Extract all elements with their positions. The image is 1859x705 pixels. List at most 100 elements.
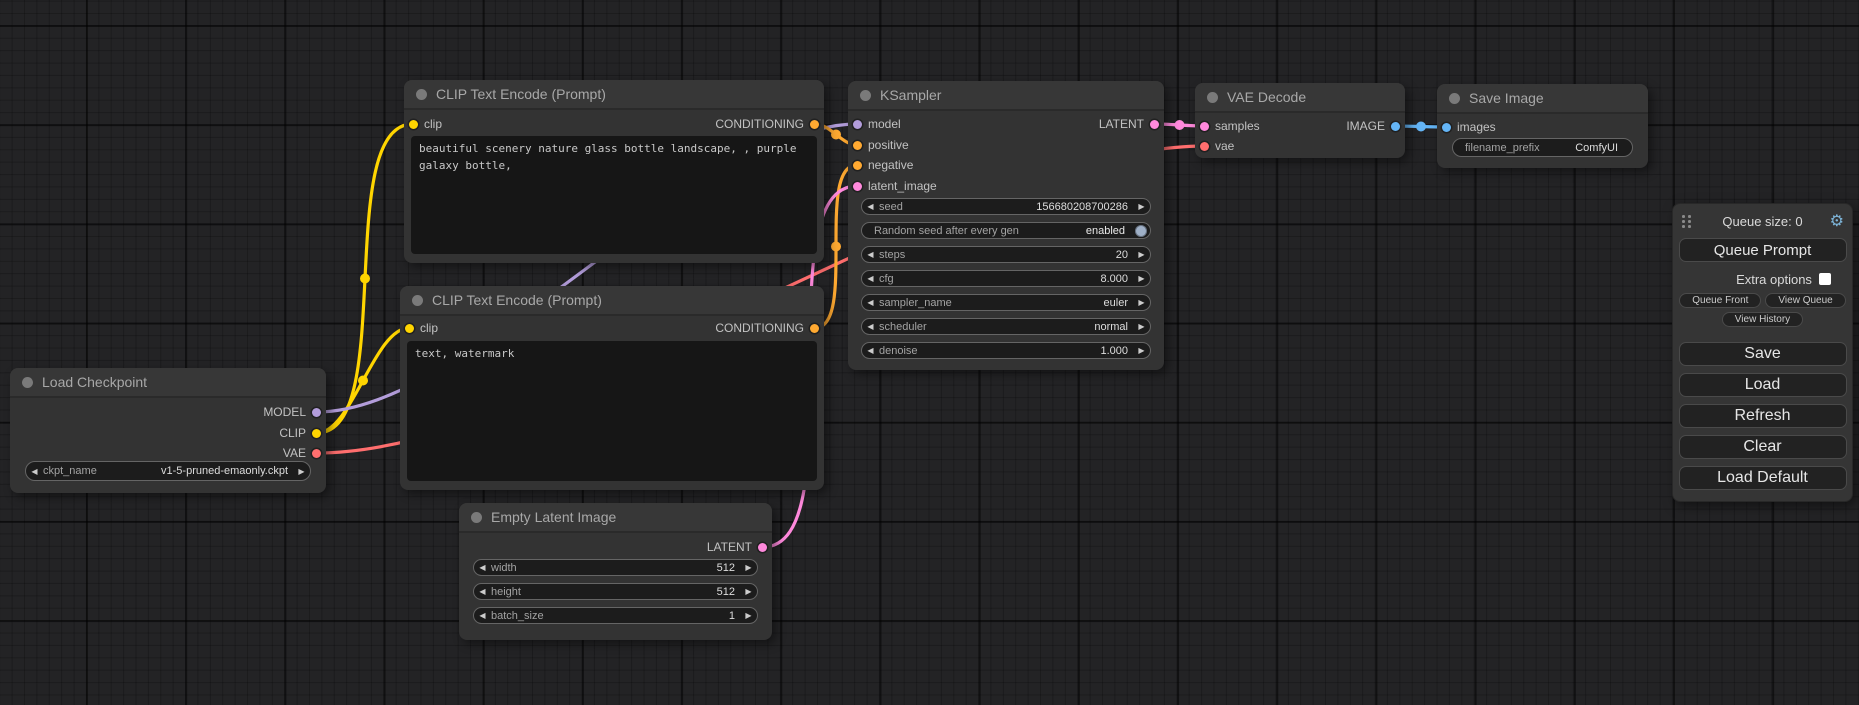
node-title-bar[interactable]: VAE Decode	[1195, 83, 1405, 113]
IMAGE-output-port[interactable]	[1391, 122, 1400, 131]
CONDITIONING-output-port[interactable]	[810, 324, 819, 333]
queue-front-button[interactable]: Queue Front	[1679, 293, 1761, 308]
VAE-output-port[interactable]	[312, 449, 321, 458]
link-midpoint-dot[interactable]	[360, 274, 370, 284]
widget-value: 20	[1116, 249, 1133, 261]
widget-label: sampler_name	[879, 297, 952, 309]
increment-arrow-icon[interactable]: ▶	[1133, 298, 1150, 307]
widget-width[interactable]: ◀width512▶	[473, 559, 758, 576]
clear-button[interactable]: Clear	[1679, 435, 1847, 459]
clip-input-port[interactable]	[409, 120, 418, 129]
samples-input-port[interactable]	[1200, 122, 1209, 131]
node-title-bar[interactable]: CLIP Text Encode (Prompt)	[404, 80, 824, 110]
node-save-image[interactable]: Save Imageimagesfilename_prefixComfyUI	[1437, 84, 1648, 168]
decrement-arrow-icon[interactable]: ◀	[862, 298, 879, 307]
node-clip-text-encode-positive[interactable]: CLIP Text Encode (Prompt)clipCONDITIONIN…	[404, 80, 824, 263]
widget-random-seed-after-every-gen[interactable]: Random seed after every gen enabled	[861, 222, 1151, 239]
view-queue-button[interactable]: View Queue	[1765, 293, 1845, 308]
link-midpoint-dot[interactable]	[1175, 120, 1185, 130]
widget-value: 512	[717, 586, 740, 598]
load-default-button[interactable]: Load Default	[1679, 466, 1847, 490]
increment-arrow-icon[interactable]: ▶	[1133, 202, 1150, 211]
node-clip-text-encode-negative[interactable]: CLIP Text Encode (Prompt)clipCONDITIONIN…	[400, 286, 824, 490]
collapse-dot-icon[interactable]	[416, 89, 427, 100]
increment-arrow-icon[interactable]: ▶	[1133, 322, 1150, 331]
collapse-dot-icon[interactable]	[1449, 93, 1460, 104]
node-vae-decode[interactable]: VAE DecodesamplesvaeIMAGE	[1195, 83, 1405, 158]
refresh-button[interactable]: Refresh	[1679, 404, 1847, 428]
node-title-bar[interactable]: KSampler	[848, 81, 1164, 111]
extra-options-checkbox[interactable]	[1819, 273, 1831, 285]
decrement-arrow-icon[interactable]: ◀	[862, 202, 879, 211]
increment-arrow-icon[interactable]: ▶	[740, 563, 757, 572]
collapse-dot-icon[interactable]	[860, 90, 871, 101]
prompt-textarea[interactable]: beautiful scenery nature glass bottle la…	[411, 136, 817, 254]
CONDITIONING-output-port[interactable]	[810, 120, 819, 129]
node-title-bar[interactable]: Save Image	[1437, 84, 1648, 114]
widget-seed[interactable]: ◀seed156680208700286▶	[861, 198, 1151, 215]
widget-filename-prefix[interactable]: filename_prefixComfyUI	[1452, 138, 1633, 157]
widget-height[interactable]: ◀height512▶	[473, 583, 758, 600]
increment-arrow-icon[interactable]: ▶	[1133, 250, 1150, 259]
decrement-arrow-icon[interactable]: ◀	[474, 563, 491, 572]
decrement-arrow-icon[interactable]: ◀	[26, 467, 43, 476]
widget-cfg[interactable]: ◀cfg8.000▶	[861, 270, 1151, 287]
increment-arrow-icon[interactable]: ▶	[740, 611, 757, 620]
negative-input-port[interactable]	[853, 161, 862, 170]
widget-scheduler[interactable]: ◀schedulernormal▶	[861, 318, 1151, 335]
widget-sampler-name[interactable]: ◀sampler_nameeuler▶	[861, 294, 1151, 311]
widget-batch-size[interactable]: ◀batch_size1▶	[473, 607, 758, 624]
increment-arrow-icon[interactable]: ▶	[740, 587, 757, 596]
queue-prompt-button[interactable]: Queue Prompt	[1679, 238, 1847, 262]
collapse-dot-icon[interactable]	[1207, 92, 1218, 103]
LATENT-output-port[interactable]	[758, 543, 767, 552]
link-midpoint-dot[interactable]	[831, 242, 841, 252]
view-history-button[interactable]: View History	[1722, 312, 1803, 327]
widget-label: scheduler	[879, 321, 927, 333]
widget-ckpt-name[interactable]: ◀ckpt_namev1-5-pruned-emaonly.ckpt▶	[25, 461, 311, 481]
positive-input-port[interactable]	[853, 141, 862, 150]
prompt-textarea[interactable]: text, watermark	[407, 341, 817, 481]
MODEL-output-port[interactable]	[312, 408, 321, 417]
save-button[interactable]: Save	[1679, 342, 1847, 366]
node-title-bar[interactable]: Load Checkpoint	[10, 368, 326, 398]
increment-arrow-icon[interactable]: ▶	[293, 467, 310, 476]
decrement-arrow-icon[interactable]: ◀	[862, 250, 879, 259]
settings-gear-icon[interactable]: ⚙	[1830, 212, 1844, 232]
collapse-dot-icon[interactable]	[412, 295, 423, 306]
node-load-checkpoint[interactable]: Load CheckpointMODELCLIPVAE◀ckpt_namev1-…	[10, 368, 326, 493]
toggle-enabled-icon[interactable]	[1135, 225, 1147, 237]
decrement-arrow-icon[interactable]: ◀	[862, 322, 879, 331]
node-ksampler[interactable]: KSamplermodelpositivenegativelatent_imag…	[848, 81, 1164, 370]
collapse-dot-icon[interactable]	[471, 512, 482, 523]
node-title-bar[interactable]: CLIP Text Encode (Prompt)	[400, 286, 824, 316]
link-midpoint-dot[interactable]	[1416, 122, 1426, 132]
increment-arrow-icon[interactable]: ▶	[1133, 346, 1150, 355]
decrement-arrow-icon[interactable]: ◀	[474, 611, 491, 620]
load-button[interactable]: Load	[1679, 373, 1847, 397]
node-graph-canvas[interactable]: Load CheckpointMODELCLIPVAE◀ckpt_namev1-…	[0, 0, 1859, 705]
clip-input-port[interactable]	[405, 324, 414, 333]
latent_image-input-port[interactable]	[853, 182, 862, 191]
drag-handle-icon[interactable]	[1682, 215, 1691, 228]
link-midpoint-dot[interactable]	[831, 130, 841, 140]
decrement-arrow-icon[interactable]: ◀	[862, 274, 879, 283]
CLIP-output-port[interactable]	[312, 429, 321, 438]
widget-label: Random seed after every gen	[874, 225, 1019, 237]
input-clip: clip	[400, 320, 438, 336]
widget-steps[interactable]: ◀steps20▶	[861, 246, 1151, 263]
vae-input-port[interactable]	[1200, 142, 1209, 151]
decrement-arrow-icon[interactable]: ◀	[474, 587, 491, 596]
LATENT-output-port[interactable]	[1150, 120, 1159, 129]
decrement-arrow-icon[interactable]: ◀	[862, 346, 879, 355]
node-title-bar[interactable]: Empty Latent Image	[459, 503, 772, 533]
widget-value: enabled	[1086, 225, 1130, 237]
images-input-port[interactable]	[1442, 123, 1451, 132]
node-empty-latent-image[interactable]: Empty Latent ImageLATENT◀width512▶◀heigh…	[459, 503, 772, 640]
model-input-port[interactable]	[853, 120, 862, 129]
widget-denoise[interactable]: ◀denoise1.000▶	[861, 342, 1151, 359]
link-midpoint-dot[interactable]	[358, 376, 368, 386]
collapse-dot-icon[interactable]	[22, 377, 33, 388]
widget-label: batch_size	[491, 610, 544, 622]
increment-arrow-icon[interactable]: ▶	[1133, 274, 1150, 283]
